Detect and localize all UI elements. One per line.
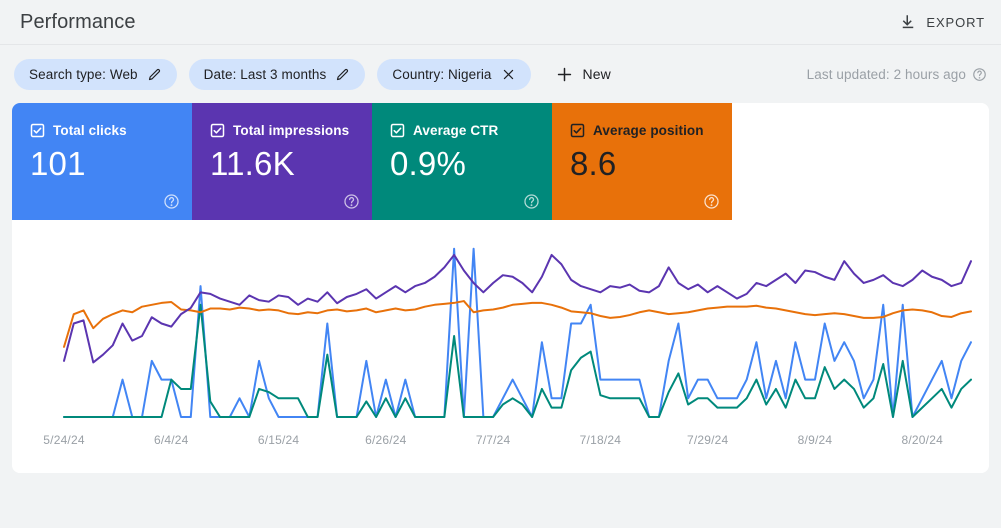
metric-tile-total-impressions[interactable]: Total impressions 11.6K bbox=[192, 103, 372, 220]
checkbox-checked-icon[interactable] bbox=[30, 123, 45, 138]
chart-x-tick-label: 6/15/24 bbox=[257, 433, 300, 447]
metric-tile-header: Total impressions bbox=[210, 123, 356, 138]
chart-x-tick-label: 6/26/24 bbox=[365, 433, 407, 447]
help-icon[interactable] bbox=[972, 67, 987, 82]
export-button[interactable]: EXPORT bbox=[897, 9, 987, 35]
filter-chip-date[interactable]: Date: Last 3 months bbox=[188, 58, 366, 90]
metric-tile-total-clicks[interactable]: Total clicks 101 bbox=[12, 103, 192, 220]
metric-tile-value: 8.6 bbox=[570, 145, 617, 182]
checkbox-checked-icon[interactable] bbox=[210, 123, 225, 138]
metric-tile-average-position[interactable]: Average position 8.6 bbox=[552, 103, 732, 220]
metric-tiles: Total clicks 101 Total impressions 11.6K… bbox=[12, 103, 989, 220]
metric-tile-value: 11.6K bbox=[210, 145, 295, 182]
chart-x-tick-label: 5/24/24 bbox=[43, 433, 85, 447]
metric-tile-name: Total clicks bbox=[53, 123, 127, 138]
performance-card: Total clicks 101 Total impressions 11.6K… bbox=[12, 103, 989, 473]
chart-x-tick-label: 7/18/24 bbox=[579, 433, 622, 447]
download-icon bbox=[899, 13, 917, 31]
metric-tile-header: Total clicks bbox=[30, 123, 176, 138]
chart-x-tick-label: 8/9/24 bbox=[797, 433, 833, 447]
help-icon[interactable] bbox=[163, 193, 180, 210]
filter-bar: Search type: Web Date: Last 3 months Cou… bbox=[0, 45, 1001, 103]
filter-chip-date-label: Date: Last 3 months bbox=[203, 66, 327, 82]
pencil-icon[interactable] bbox=[335, 67, 350, 82]
help-icon[interactable] bbox=[343, 193, 360, 210]
header-actions: EXPORT bbox=[897, 9, 987, 35]
chart-plot-area[interactable] bbox=[12, 220, 989, 425]
metric-tile-value: 101 bbox=[30, 145, 86, 182]
metric-tile-average-ctr[interactable]: Average CTR 0.9% bbox=[372, 103, 552, 220]
filter-chip-country-label: Country: Nigeria bbox=[392, 66, 492, 82]
new-filter-button[interactable]: New bbox=[551, 61, 615, 88]
metric-tile-name: Total impressions bbox=[233, 123, 350, 138]
filter-chip-search-type[interactable]: Search type: Web bbox=[14, 58, 177, 90]
metric-tiles-filler bbox=[732, 103, 989, 220]
chart-x-tick-label: 6/4/24 bbox=[153, 433, 189, 447]
last-updated: Last updated: 2 hours ago bbox=[807, 67, 987, 82]
page-header: Performance EXPORT bbox=[0, 0, 1001, 44]
performance-chart[interactable]: 5/24/24 6/4/24 6/15/24 6/26/24 7/7/24 7/18/24… bbox=[12, 220, 989, 473]
close-icon[interactable] bbox=[501, 67, 516, 82]
page-title: Performance bbox=[20, 11, 136, 33]
pencil-icon[interactable] bbox=[147, 67, 162, 82]
metric-tile-name: Average position bbox=[593, 123, 704, 138]
chart-series-line bbox=[64, 249, 971, 417]
last-updated-text: Last updated: 2 hours ago bbox=[806, 66, 966, 82]
filter-chip-search-type-label: Search type: Web bbox=[29, 66, 138, 82]
chart-x-tick-label: 7/7/24 bbox=[475, 433, 511, 447]
help-icon[interactable] bbox=[703, 193, 720, 210]
chart-x-tick-label: 7/29/24 bbox=[686, 433, 729, 447]
metric-tile-name: Average CTR bbox=[413, 123, 499, 138]
checkbox-checked-icon[interactable] bbox=[390, 123, 405, 138]
metric-tile-header: Average CTR bbox=[390, 123, 536, 138]
checkbox-checked-icon[interactable] bbox=[570, 123, 585, 138]
metric-tile-header: Average position bbox=[570, 123, 716, 138]
filter-chip-list: Search type: Web Date: Last 3 months Cou… bbox=[14, 58, 531, 90]
export-label: EXPORT bbox=[926, 14, 985, 30]
help-icon[interactable] bbox=[523, 193, 540, 210]
chart-x-axis: 5/24/24 6/4/24 6/15/24 6/26/24 7/7/24 7/18/24… bbox=[12, 425, 989, 465]
chart-x-tick-label: 8/20/24 bbox=[901, 433, 943, 447]
metric-tile-value: 0.9% bbox=[390, 145, 467, 182]
new-filter-label: New bbox=[582, 66, 611, 82]
filter-chip-country[interactable]: Country: Nigeria bbox=[377, 58, 531, 90]
plus-icon bbox=[555, 65, 574, 84]
